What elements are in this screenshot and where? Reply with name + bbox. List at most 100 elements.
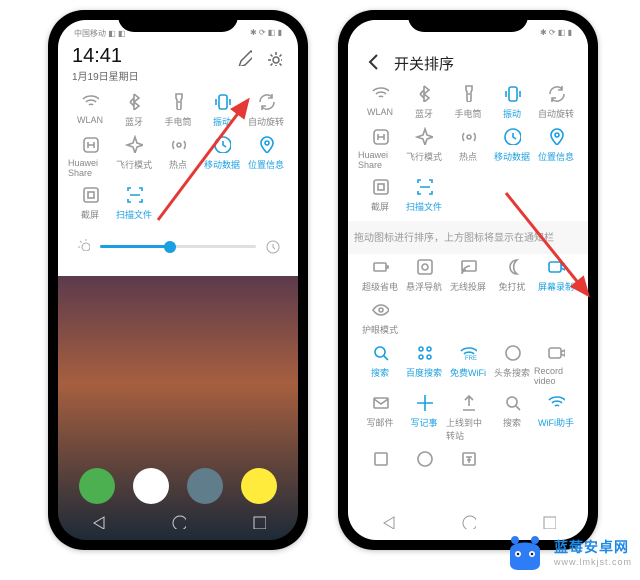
panel-header: 14:41 1月19日星期日 [68, 42, 288, 91]
tile-bluetooth[interactable]: 蓝牙 [112, 91, 156, 128]
tile-hshare[interactable]: Huawei Share [68, 134, 112, 178]
money-icon [458, 448, 478, 468]
hshare-icon [80, 134, 100, 154]
upload-icon [458, 392, 478, 412]
tile-wifi[interactable]: WLAN [358, 83, 402, 120]
tile-eye[interactable]: 护眼模式 [358, 299, 402, 336]
nav-home[interactable] [170, 513, 186, 534]
nav-bar [58, 506, 298, 540]
tile-floatnav[interactable]: 悬浮导航 [402, 256, 446, 293]
tile-rotate[interactable]: 自动旋转 [244, 91, 288, 128]
tile-label: 悬浮导航 [406, 280, 442, 293]
rotate-icon [546, 83, 566, 103]
status-icons: ✱ ⟳ ◧ ▮ [250, 28, 282, 42]
tile-label: 移动数据 [494, 150, 530, 163]
nav-back[interactable] [90, 513, 106, 534]
tile-label: WLAN [367, 107, 393, 117]
tile-label: 位置信息 [248, 158, 284, 171]
tile-label: 振动 [503, 107, 521, 120]
tile-hotspot[interactable]: 热点 [156, 134, 200, 178]
tile-screenshot[interactable]: 截屏 [358, 176, 402, 213]
tile-plane[interactable]: 飞行模式 [112, 134, 156, 178]
tile-freewifi[interactable]: 免费WiFi [446, 342, 490, 386]
tile-plane[interactable]: 飞行模式 [402, 126, 446, 170]
tile-location[interactable]: 位置信息 [534, 126, 578, 170]
tile-data[interactable]: 移动数据 [490, 126, 534, 170]
tile-search[interactable]: 搜索 [358, 342, 402, 386]
auto-brightness-toggle[interactable] [266, 240, 280, 254]
phone-right: ✱ ⟳ ◧ ▮ 开关排序 WLAN蓝牙手电筒振动自动旋转 Huawei Shar… [338, 10, 598, 550]
app-camera[interactable] [241, 468, 277, 504]
tile-wifihelper[interactable]: WiFi助手 [534, 392, 578, 442]
app-browser[interactable] [187, 468, 223, 504]
tile-label: 写邮件 [366, 416, 393, 429]
brightness-slider[interactable] [68, 227, 288, 266]
tile-note[interactable]: 写记事 [402, 392, 446, 442]
tile-toutiao[interactable]: 头条搜索 [490, 342, 534, 386]
nav-back[interactable] [380, 513, 396, 534]
tile-label: Huawei Share [358, 150, 402, 170]
tile-label: 上线到中转站 [446, 416, 490, 442]
freewifi-icon [458, 342, 478, 362]
tile-wifi[interactable]: WLAN [68, 91, 112, 128]
location-icon [546, 126, 566, 146]
tile-circle[interactable] [402, 448, 446, 472]
bluetooth-icon [124, 91, 144, 111]
tile-label: 无线投屏 [450, 280, 486, 293]
tile-label: 飞行模式 [116, 158, 152, 171]
tile-bluetooth[interactable]: 蓝牙 [402, 83, 446, 120]
nav-recent[interactable] [250, 513, 266, 534]
tiles-row-8 [358, 448, 578, 478]
slider-track[interactable] [100, 245, 256, 248]
tile-label: Huawei Share [68, 158, 112, 178]
tile-label: 搜索 [371, 366, 389, 379]
tile-upload[interactable]: 上线到中转站 [446, 392, 490, 442]
tile-scan[interactable]: 扫描文件 [402, 176, 446, 213]
tile-battery[interactable]: 超级省电 [358, 256, 402, 293]
tile-cast[interactable]: 无线投屏 [446, 256, 490, 293]
tile-scan[interactable]: 扫描文件 [112, 184, 156, 221]
tile-screenshot[interactable]: 截屏 [68, 184, 112, 221]
tile-location[interactable]: 位置信息 [244, 134, 288, 178]
dnd-icon [502, 256, 522, 276]
app-contacts[interactable] [133, 468, 169, 504]
settings-icon[interactable] [266, 50, 282, 66]
nav-home[interactable] [460, 513, 476, 534]
tile-dnd[interactable]: 免打扰 [490, 256, 534, 293]
tile-search2[interactable]: 搜索 [490, 392, 534, 442]
tile-hshare[interactable]: Huawei Share [358, 126, 402, 170]
tile-box[interactable] [358, 448, 402, 472]
baidu-icon [414, 342, 434, 362]
wifi-icon [80, 91, 100, 111]
watermark-mascot [502, 532, 548, 572]
sun-icon [76, 237, 90, 256]
record-icon [546, 256, 566, 276]
tile-hotspot[interactable]: 热点 [446, 126, 490, 170]
notch [118, 10, 238, 32]
carrier-info: 中国移动 ◧ ◧ [74, 28, 126, 42]
tile-vibrate[interactable]: 振动 [490, 83, 534, 120]
location-icon [256, 134, 276, 154]
tile-label: 护眼模式 [362, 323, 398, 336]
tile-data[interactable]: 移动数据 [200, 134, 244, 178]
tile-baidu[interactable]: 百度搜索 [402, 342, 446, 386]
dock [58, 468, 298, 504]
tile-money[interactable] [446, 448, 490, 472]
back-button[interactable] [364, 52, 382, 75]
tile-mail[interactable]: 写邮件 [358, 392, 402, 442]
tile-rec2[interactable]: Record video [534, 342, 578, 386]
tile-vibrate[interactable]: 振动 [200, 91, 244, 128]
watermark-name: 蓝莓安卓网 [554, 537, 632, 557]
tile-torch[interactable]: 手电筒 [446, 83, 490, 120]
nav-recent[interactable] [540, 513, 556, 534]
tiles-row-3: 截屏扫描文件 [358, 176, 578, 219]
tile-label: 蓝牙 [125, 115, 143, 128]
edit-icon[interactable] [236, 50, 252, 66]
tile-label: 扫描文件 [116, 208, 152, 221]
scan-icon [124, 184, 144, 204]
floatnav-icon [414, 256, 434, 276]
tile-torch[interactable]: 手电筒 [156, 91, 200, 128]
tile-record[interactable]: 屏幕录制 [534, 256, 578, 293]
tile-rotate[interactable]: 自动旋转 [534, 83, 578, 120]
app-phone[interactable] [79, 468, 115, 504]
